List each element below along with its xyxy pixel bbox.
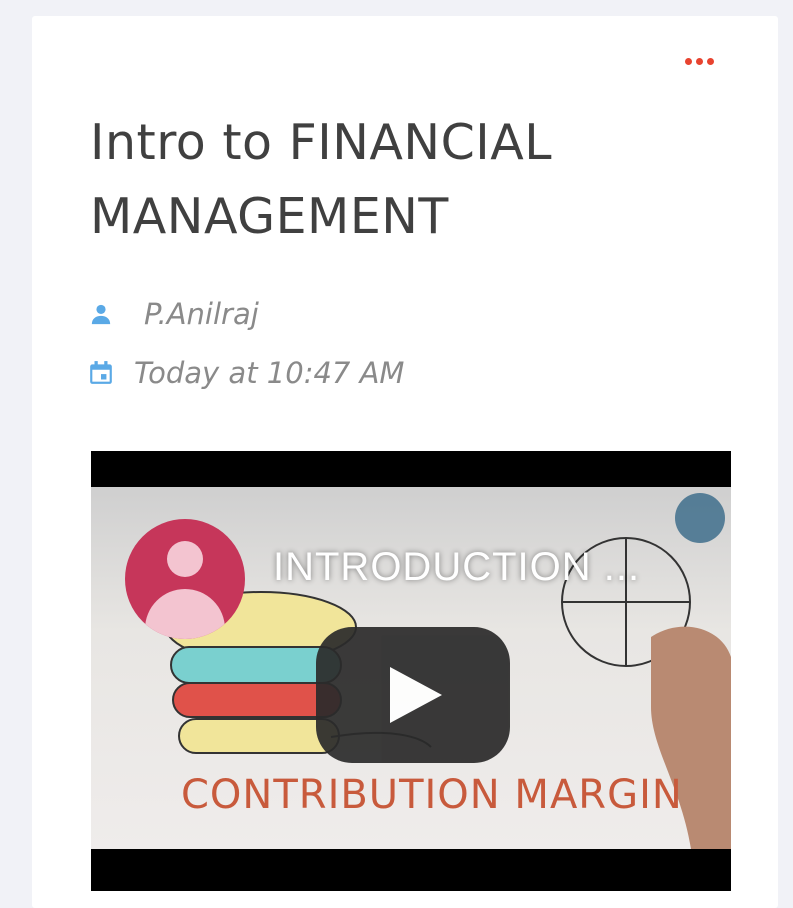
more-dot <box>696 58 703 65</box>
thumbnail-caption: CONTRIBUTION MARGIN <box>181 772 683 818</box>
more-dot <box>707 58 714 65</box>
avatar-head <box>167 541 203 577</box>
video-thumbnail: INTRODUCTION ... CONTRIBUTION MARGIN <box>91 487 731 849</box>
play-button[interactable] <box>316 627 510 763</box>
person-icon <box>88 301 114 327</box>
author-name[interactable]: P.Anilraj <box>144 297 259 331</box>
post-title: Intro to FINANCIAL MANAGEMENT <box>90 114 553 245</box>
more-dots-icon <box>685 58 692 65</box>
video-title[interactable]: INTRODUCTION ... <box>273 545 640 590</box>
avatar-body <box>145 589 225 639</box>
video-embed[interactable]: INTRODUCTION ... CONTRIBUTION MARGIN <box>91 451 731 891</box>
more-options-button[interactable] <box>681 54 718 69</box>
play-icon <box>390 667 442 723</box>
date-row: Today at 10:47 AM <box>88 356 404 390</box>
channel-logo-icon <box>675 493 725 543</box>
post-timestamp: Today at 10:47 AM <box>134 356 405 390</box>
author-row: P.Anilraj <box>88 297 259 331</box>
calendar-icon <box>88 360 114 386</box>
channel-avatar-icon[interactable] <box>125 519 245 639</box>
post-card: Intro to FINANCIAL MANAGEMENT P.Anilraj … <box>32 16 778 908</box>
